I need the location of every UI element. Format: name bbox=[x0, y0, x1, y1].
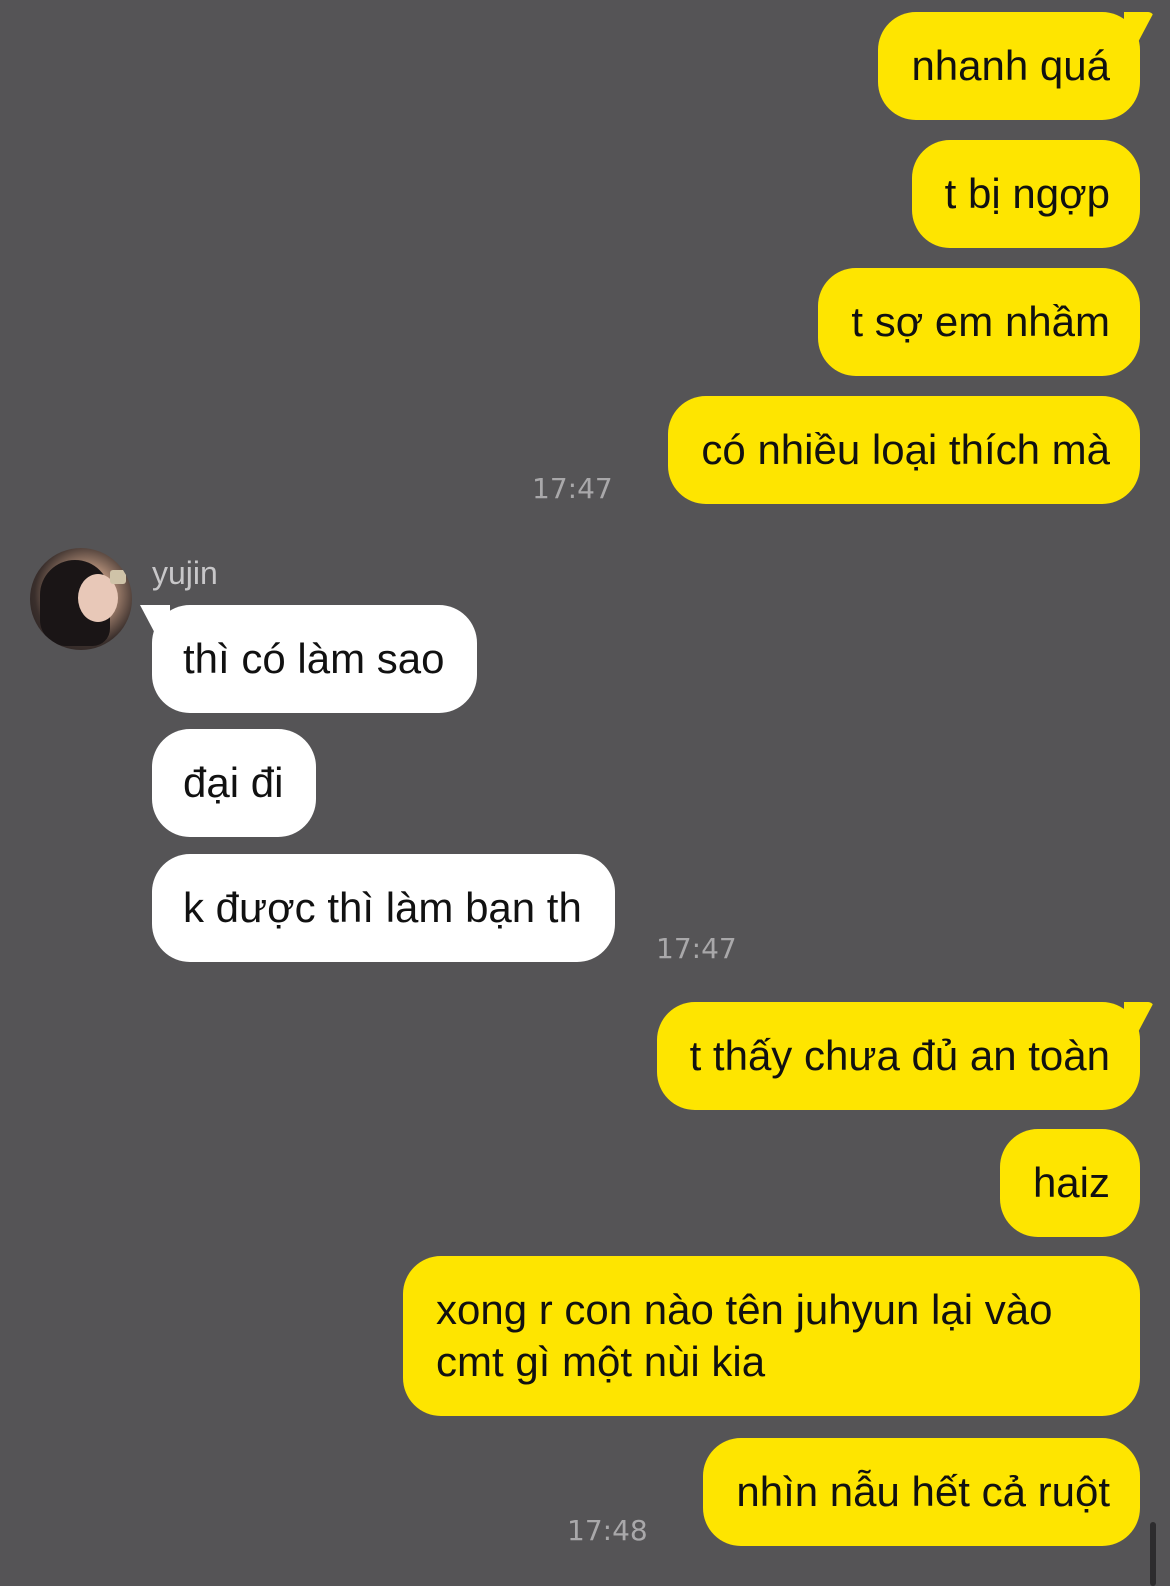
message-text: nhìn nẫu hết cả ruột bbox=[736, 1468, 1110, 1515]
message-text: xong r con nào tên juhyun lại vào cmt gì… bbox=[436, 1286, 1053, 1385]
message-bubble-received[interactable]: thì có làm sao bbox=[140, 605, 478, 713]
chat-area[interactable]: nhanh quá t bị ngợp t sợ em nhầm có nhiề… bbox=[0, 0, 1170, 1586]
message-timestamp: 17:47 bbox=[532, 472, 613, 505]
message-text: t sợ em nhầm bbox=[851, 298, 1110, 345]
message-text: đại đi bbox=[183, 759, 284, 806]
message-bubble-sent[interactable]: xong r con nào tên juhyun lại vào cmt gì… bbox=[403, 1256, 1140, 1416]
bubble-tail bbox=[1124, 1002, 1154, 1036]
message-bubble-sent[interactable]: t thấy chưa đủ an toàn bbox=[656, 1002, 1154, 1110]
message-bubble-sent[interactable]: nhìn nẫu hết cả ruột bbox=[703, 1438, 1140, 1546]
message-bubble-sent[interactable]: nhanh quá bbox=[878, 12, 1154, 120]
message-bubble-sent[interactable]: haiz bbox=[999, 1129, 1140, 1237]
sender-name[interactable]: yujin bbox=[152, 555, 218, 592]
message-text: t bị ngợp bbox=[944, 170, 1110, 217]
bubble-tail bbox=[1124, 12, 1154, 46]
message-bubble-received[interactable]: k được thì làm bạn th bbox=[152, 854, 615, 962]
message-bubble-sent[interactable]: có nhiều loại thích mà bbox=[668, 396, 1140, 504]
message-bubble-sent[interactable]: t bị ngợp bbox=[911, 140, 1140, 248]
message-text: thì có làm sao bbox=[183, 635, 445, 682]
message-bubble-sent[interactable]: t sợ em nhầm bbox=[818, 268, 1140, 376]
avatar-background-detail bbox=[110, 570, 126, 584]
contact-avatar[interactable] bbox=[30, 548, 132, 650]
message-text: haiz bbox=[1032, 1159, 1110, 1206]
message-timestamp: 17:48 bbox=[567, 1514, 648, 1547]
message-text: có nhiều loại thích mà bbox=[701, 426, 1110, 473]
message-timestamp: 17:47 bbox=[656, 932, 737, 965]
message-text: nhanh quá bbox=[911, 42, 1110, 89]
bubble-tail bbox=[140, 605, 170, 639]
message-text: k được thì làm bạn th bbox=[183, 884, 582, 931]
message-bubble-received[interactable]: đại đi bbox=[152, 729, 317, 837]
scrollbar[interactable] bbox=[1150, 1522, 1156, 1586]
message-text: t thấy chưa đủ an toàn bbox=[689, 1032, 1110, 1079]
